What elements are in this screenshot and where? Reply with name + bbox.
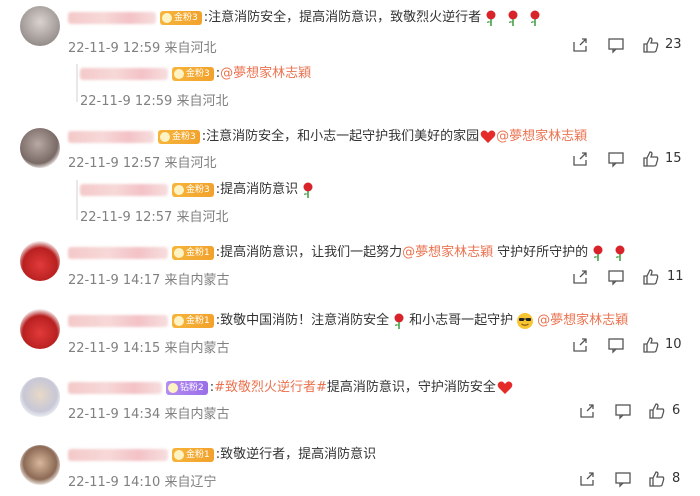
- username-blurred[interactable]: [68, 449, 168, 461]
- mention-link[interactable]: @夢想家林志穎: [537, 312, 628, 330]
- reply-meta: 22-11-9 12:57 来自河北: [80, 210, 229, 225]
- share-icon[interactable]: [578, 470, 596, 488]
- fan-badge[interactable]: 金粉1: [172, 448, 214, 462]
- like-icon[interactable]: [648, 470, 666, 488]
- username-blurred[interactable]: [80, 68, 168, 80]
- share-icon[interactable]: [571, 150, 589, 168]
- comment-item: 金粉1 :致敬逆行者，提高消防意识 22-11-9 14:10 来自辽宁 8: [0, 442, 700, 496]
- hashtag-link[interactable]: #致敬烈火逆行者#: [214, 379, 327, 397]
- mention-link[interactable]: @夢想家林志穎: [496, 128, 587, 146]
- username-blurred[interactable]: [80, 184, 168, 196]
- comment-item: 金粉1 :提高消防意识，让我们一起努力 @夢想家林志穎 守护好所守护的 22-1…: [0, 238, 700, 294]
- like-icon[interactable]: [642, 150, 660, 168]
- like-icon[interactable]: [642, 336, 660, 354]
- comment-item: 金粉3 :注意消防安全，和小志一起守护我们美好的家园 @夢想家林志穎 22-11…: [0, 122, 700, 176]
- comment-icon[interactable]: [607, 336, 625, 354]
- comment-text-tail: 和小志哥一起守护: [409, 313, 514, 328]
- rose-icon: [394, 313, 404, 329]
- rose-icon: [508, 10, 518, 26]
- cool-emoji-icon: [517, 313, 534, 329]
- comment-text-tail: 守护好所守护的: [497, 245, 589, 260]
- like-count: 11: [667, 269, 684, 284]
- reply-item: 金粉3 : @夢想家林志穎 22-11-9 12:59 来自河北: [0, 62, 700, 109]
- username-blurred[interactable]: [68, 315, 168, 327]
- like-icon[interactable]: [642, 268, 660, 286]
- share-icon[interactable]: [571, 336, 589, 354]
- rose-icon: [486, 10, 496, 26]
- comment-item: 金粉3 :注意消防安全，提高消防意识，致敬烈火逆行者 22-11-9 12:59…: [0, 0, 700, 62]
- mention-link[interactable]: @夢想家林志穎: [220, 65, 311, 83]
- comment-icon[interactable]: [614, 402, 632, 420]
- comment-text: :致敬逆行者，提高消防意识: [215, 447, 377, 462]
- rose-icon: [593, 245, 603, 261]
- heart-icon: [497, 381, 513, 394]
- username-blurred[interactable]: [68, 247, 168, 259]
- like-icon[interactable]: [648, 402, 666, 420]
- reply-item: 金粉3 :提高消防意识 22-11-9 12:57 来自河北: [0, 178, 700, 226]
- comment-icon[interactable]: [614, 470, 632, 488]
- like-count: 10: [665, 337, 682, 352]
- comment-item: 金粉1 :致敬中国消防！注意消防安全 和小志哥一起守护 @夢想家林志穎 22-1…: [0, 306, 700, 362]
- comment-text: :致敬中国消防！注意消防安全: [215, 313, 390, 328]
- share-icon[interactable]: [578, 402, 596, 420]
- comment-text: :注意消防安全，提高消防意识，致敬烈火逆行者: [203, 10, 482, 25]
- heart-icon: [480, 130, 496, 143]
- comment-icon[interactable]: [607, 150, 625, 168]
- username-blurred[interactable]: [68, 131, 154, 143]
- comment-icon[interactable]: [607, 36, 625, 54]
- rose-icon: [303, 182, 313, 198]
- fan-badge[interactable]: 钻粉2: [166, 381, 208, 395]
- share-icon[interactable]: [571, 36, 589, 54]
- comment-text: 提高消防意识，守护消防安全: [326, 380, 496, 395]
- like-count: 8: [672, 471, 681, 486]
- like-count: 6: [672, 403, 681, 418]
- reply-text: :提高消防意识: [215, 182, 299, 197]
- username-blurred[interactable]: [68, 382, 162, 394]
- like-icon[interactable]: [642, 36, 660, 54]
- share-icon[interactable]: [571, 268, 589, 286]
- fan-badge[interactable]: 金粉1: [172, 246, 214, 260]
- rose-icon: [530, 10, 540, 26]
- comment-text: :提高消防意识，让我们一起努力: [215, 245, 403, 260]
- comment-icon[interactable]: [607, 268, 625, 286]
- rose-icon: [615, 245, 625, 261]
- comment-text: :注意消防安全，和小志一起守护我们美好的家园: [201, 129, 480, 144]
- fan-badge[interactable]: 金粉3: [172, 183, 214, 197]
- fan-badge[interactable]: 金粉3: [172, 67, 214, 81]
- fan-badge[interactable]: 金粉3: [160, 11, 202, 25]
- fan-badge[interactable]: 金粉3: [158, 130, 200, 144]
- fan-badge[interactable]: 金粉1: [172, 314, 214, 328]
- username-blurred[interactable]: [68, 12, 156, 24]
- reply-meta: 22-11-9 12:59 来自河北: [80, 94, 229, 109]
- mention-link[interactable]: @夢想家林志穎: [402, 244, 493, 262]
- like-count: 15: [665, 151, 682, 166]
- like-count: 23: [665, 37, 682, 52]
- comment-item: 钻粉2 : #致敬烈火逆行者# 提高消防意识，守护消防安全 22-11-9 14…: [0, 374, 700, 430]
